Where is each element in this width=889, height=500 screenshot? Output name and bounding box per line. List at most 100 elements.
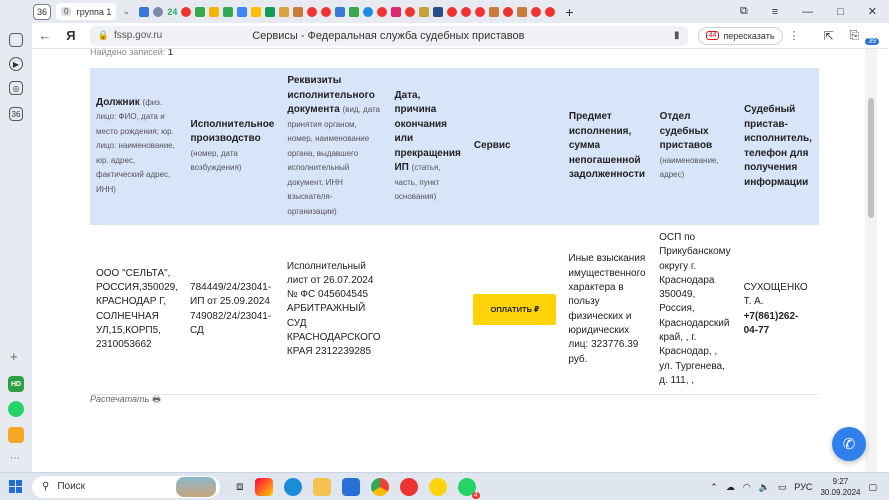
tab-favicon[interactable]: [377, 6, 388, 17]
collections-icon[interactable]: ⧉: [740, 5, 748, 18]
lock-icon: 🔒: [97, 30, 110, 40]
tab-favicon-active[interactable]: [419, 6, 430, 17]
tab-favicon[interactable]: [545, 6, 556, 17]
sidebar-badge-36[interactable]: 36: [9, 107, 23, 121]
file-explorer-icon[interactable]: [312, 477, 331, 496]
yandex-icon[interactable]: [399, 477, 418, 496]
tab-favicon[interactable]: [405, 6, 416, 17]
language-indicator[interactable]: РУС: [794, 482, 812, 492]
url-domain: fssp.gov.ru: [114, 30, 163, 41]
wifi-icon[interactable]: ◠: [743, 482, 751, 493]
tab-favicon[interactable]: [447, 6, 458, 17]
tab-favicon[interactable]: [433, 6, 444, 17]
page-scrollbar[interactable]: [865, 49, 877, 472]
pay-button[interactable]: ОПЛАТИТЬ ₽: [473, 294, 557, 326]
tab-favicon[interactable]: [489, 6, 500, 17]
tab-favicon[interactable]: [293, 6, 304, 17]
tab-favicon[interactable]: [181, 6, 192, 17]
tab-favicon[interactable]: [153, 6, 164, 17]
camera-icon[interactable]: ◎: [9, 81, 23, 95]
add-icon[interactable]: +: [10, 349, 18, 364]
tab-count-button[interactable]: 36: [33, 3, 51, 20]
bailiff-phone: +7(861)262-04-77: [743, 310, 799, 336]
tab-favicon[interactable]: [279, 6, 290, 17]
tab-favicon[interactable]: [265, 6, 276, 17]
header-debtor: Должник (физ. лицо: ФИО, дата и место ро…: [90, 68, 185, 225]
extensions-icon[interactable]: ⇱: [824, 29, 834, 43]
start-button[interactable]: [0, 480, 30, 493]
chrome-icon[interactable]: [370, 477, 389, 496]
maximize-icon[interactable]: □: [837, 6, 844, 18]
tab-favicon[interactable]: [307, 6, 318, 17]
windows-taskbar: ⚲ Поиск ⧈ 4 ⌃ ☁ ◠ 🔈 ▭ РУС 9:27 30.09.202…: [0, 472, 889, 500]
phone-chat-button[interactable]: ✆: [832, 427, 866, 461]
header-end: Дата, причина окончания или прекращения …: [387, 68, 468, 225]
whatsapp-taskbar-icon[interactable]: 4: [457, 477, 480, 499]
tab-favicon[interactable]: [223, 6, 234, 17]
tab-favicon[interactable]: [391, 6, 402, 17]
bailiff-name: СУХОЩЕНКО Т. А.: [743, 282, 808, 308]
chevron-up-icon[interactable]: ⌃: [710, 482, 718, 493]
tab-favicon[interactable]: [349, 6, 360, 17]
bookmark-icon[interactable]: ▮: [674, 30, 680, 41]
notifications-icon[interactable]: ▢: [868, 482, 877, 493]
whatsapp-badge: 4: [471, 491, 480, 499]
cell-service: ОПЛАТИТЬ ₽: [467, 225, 563, 396]
yandex-market-icon[interactable]: [428, 477, 447, 496]
tab-group[interactable]: 0 группа 1: [56, 3, 117, 20]
url-field[interactable]: 🔒 fssp.gov.ru Сервисы - Федеральная служ…: [89, 25, 688, 46]
retell-badge: 44: [705, 31, 720, 40]
whatsapp-icon[interactable]: [8, 401, 24, 417]
edge-icon[interactable]: [283, 477, 302, 496]
task-view-icon[interactable]: ⧈: [236, 479, 244, 494]
search-highlight-image: [176, 476, 216, 497]
chevron-down-icon[interactable]: ⌄: [119, 6, 133, 17]
menu-icon[interactable]: ≡: [772, 6, 778, 18]
tab-favicon[interactable]: [195, 6, 206, 17]
back-icon[interactable]: ←: [32, 28, 58, 43]
tab-favicon[interactable]: [237, 6, 248, 17]
hd-app-icon[interactable]: HD: [8, 376, 24, 392]
header-proceeding: Исполнительное производство (номер, дата…: [184, 68, 282, 225]
tab-favicon[interactable]: [461, 6, 472, 17]
tab-favicon[interactable]: [209, 6, 220, 17]
battery-icon[interactable]: ▭: [778, 482, 787, 493]
tab-favicon-24[interactable]: 24: [167, 7, 177, 17]
header-subject: Предмет исполнения, сумма непогашенной з…: [562, 68, 654, 225]
tab-favicon[interactable]: [335, 6, 346, 17]
taskbar-apps: ⧈ 4: [236, 477, 480, 499]
cloud-icon[interactable]: ☁: [726, 482, 735, 493]
window-controls: ⧉ ≡ — □ ✕: [740, 0, 889, 23]
store-icon[interactable]: [341, 477, 360, 496]
play-icon[interactable]: ▶: [9, 57, 23, 71]
minimize-icon[interactable]: —: [802, 6, 813, 18]
more-vert-icon[interactable]: ⋮: [789, 29, 800, 42]
windows-icon: [8, 480, 22, 493]
taskbar-search[interactable]: ⚲ Поиск: [32, 475, 220, 498]
tab-favicon[interactable]: [531, 6, 542, 17]
tab-favicon[interactable]: [321, 6, 332, 17]
tab-favicon[interactable]: [517, 6, 528, 17]
tab-favicon[interactable]: [251, 6, 262, 17]
cell-bailiff: СУХОЩЕНКО Т. А. +7(861)262-04-77: [737, 225, 819, 396]
clock[interactable]: 9:27 30.09.2024: [820, 476, 860, 498]
retell-button[interactable]: 44 пересказать: [697, 26, 783, 45]
close-icon[interactable]: ✕: [868, 5, 877, 18]
tabs-icon[interactable]: [9, 33, 23, 47]
yandex-icon[interactable]: Я: [58, 28, 84, 43]
more-icon[interactable]: ⋯: [10, 453, 20, 464]
address-bar-row: ← Я 🔒 fssp.gov.ru Сервисы - Федеральная …: [32, 23, 889, 49]
records-found: Найдено записей: 1: [90, 49, 173, 57]
tab-favicon[interactable]: [363, 6, 374, 17]
print-link[interactable]: Распечатать 🖶: [90, 392, 161, 408]
downloads-icon[interactable]: ⎘: [850, 28, 860, 43]
volume-icon[interactable]: 🔈: [759, 482, 770, 493]
header-document: Реквизиты исполнительного документа (вид…: [280, 68, 389, 225]
new-tab-icon[interactable]: +: [565, 4, 573, 20]
mail-app-icon[interactable]: [8, 427, 24, 443]
scrollbar-thumb[interactable]: [868, 98, 874, 218]
tab-favicon[interactable]: [139, 6, 150, 17]
tab-favicon[interactable]: [503, 6, 514, 17]
yandex-browser-icon[interactable]: [254, 477, 273, 496]
tab-favicon[interactable]: [475, 6, 486, 17]
